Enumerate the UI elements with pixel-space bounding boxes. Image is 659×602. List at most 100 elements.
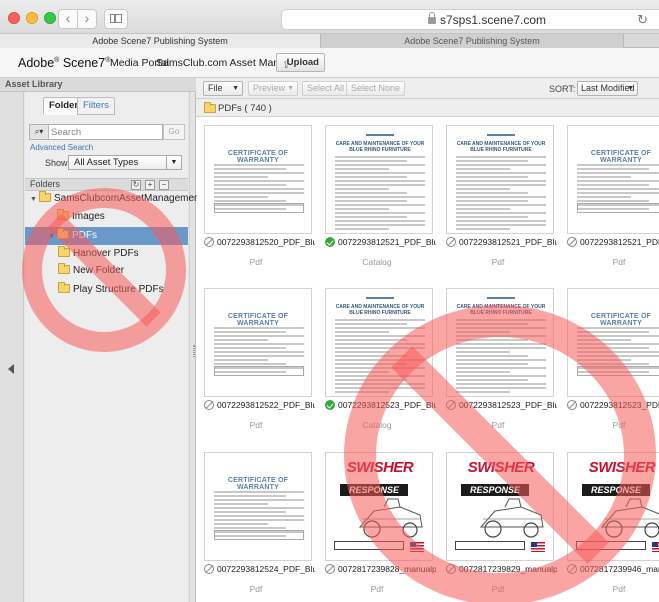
published-check-icon [325, 237, 335, 247]
refresh-icon[interactable]: ↻ [131, 180, 141, 190]
thumb-title: CARE AND MAINTENANCE OF YOUR BLUE RHINO … [335, 141, 425, 153]
not-published-icon [204, 564, 214, 574]
us-flag-icon [652, 542, 659, 552]
forward-button[interactable]: › [77, 9, 97, 29]
thumb-title: CERTIFICATE OF WARRANTY [590, 150, 652, 164]
search-icon: ⌕▾ [34, 127, 44, 136]
upload-icon: ⇪ [282, 60, 291, 71]
asset-type: Catalog [362, 257, 392, 267]
asset-tile[interactable]: CERTIFICATE OF WARRANTY 0072293812520_PDF… [197, 117, 315, 279]
asset-tile[interactable]: CARE AND MAINTENANCE OF YOUR BLUE RHINO … [439, 117, 557, 279]
folder-path: PDFs ( 740 ) [218, 103, 272, 114]
advanced-search-link[interactable]: Advanced Search [30, 143, 93, 152]
browser-tab[interactable]: Adobe Scene7 Publishing System [320, 34, 624, 48]
brand-mark-icon [487, 297, 515, 302]
go-button[interactable]: Go [163, 124, 185, 140]
show-label: Show [45, 158, 68, 168]
asset-thumbnail[interactable]: CERTIFICATE OF WARRANTY [204, 125, 312, 234]
chevron-down-icon: ▼ [287, 85, 294, 92]
upload-button[interactable]: ⇪ Upload [276, 53, 325, 72]
not-published-icon [204, 400, 214, 410]
search-input[interactable]: ⌕▾ Search [29, 124, 163, 140]
app-header: Adobe® Scene7® Media Portal SamsClub.com… [0, 48, 659, 78]
asset-type: Pdf [612, 257, 626, 267]
preview-button[interactable]: Preview ▼ [248, 81, 298, 96]
search-placeholder: Search [51, 127, 82, 138]
signature-box [577, 203, 659, 213]
asset-tile[interactable]: CERTIFICATE OF WARRANTY 0072293812521_PDF… [560, 117, 659, 279]
disclosure-open-icon[interactable]: ▼ [30, 191, 39, 209]
asset-type: Pdf [370, 584, 384, 594]
prohibition-icon [344, 305, 656, 602]
tab-filters[interactable]: Filters [77, 97, 115, 115]
asset-thumbnail[interactable]: CARE AND MAINTENANCE OF YOUR BLUE RHINO … [325, 125, 433, 234]
asset-type: Pdf [249, 420, 263, 430]
chevron-down-icon: ▼ [166, 156, 181, 169]
asset-name: 0072293812520_PDF_Blue [217, 237, 315, 247]
asset-name: 0072293812521_PDF_E [580, 237, 659, 247]
not-published-icon [567, 237, 577, 247]
company-breadcrumb[interactable]: SamsClub.com Asset Man... [156, 57, 288, 69]
asset-thumbnail[interactable]: CARE AND MAINTENANCE OF YOUR BLUE RHINO … [446, 125, 554, 234]
browser-tab-active[interactable]: Adobe Scene7 Publishing System [0, 34, 320, 48]
splitter-grip-icon[interactable] [193, 345, 195, 357]
asset-tile[interactable]: CERTIFICATE OF WARRANTY 0072293812524_PDF… [197, 444, 315, 602]
chevron-down-icon: ▼ [627, 85, 634, 92]
folders-label: Folders [30, 179, 61, 189]
collapse-arrow-icon[interactable] [8, 364, 14, 374]
thumb-title: CARE AND MAINTENANCE OF YOUR BLUE RHINO … [335, 304, 425, 316]
asset-tile[interactable]: CERTIFICATE OF WARRANTY 0072293812522_PDF… [197, 280, 315, 442]
signature-box [214, 530, 304, 540]
folder-icon [204, 102, 216, 113]
chevron-right-icon: › [84, 10, 90, 26]
brand-logo: Adobe® Scene7® [18, 56, 111, 70]
minimize-window-button[interactable] [26, 12, 38, 24]
sort-label: SORT: [549, 84, 576, 94]
panel-collapse-strip[interactable] [0, 92, 24, 602]
address-bar[interactable]: s7sps1.scene7.com ↻ [281, 9, 659, 30]
asset-tile[interactable]: CARE AND MAINTENANCE OF YOUR BLUE RHINO … [318, 117, 436, 279]
asset-name: 0072293812524_PDF_Blue [217, 564, 315, 574]
asset-type: Pdf [491, 257, 505, 267]
main-toolbar: File ▼ Preview ▼ Select All Select None SO… [196, 78, 659, 99]
thumb-title: CERTIFICATE OF WARRANTY [227, 150, 289, 164]
not-published-icon [204, 237, 214, 247]
sort-select[interactable]: Last Modified ▼ [577, 81, 638, 96]
back-button[interactable]: ‹ [58, 9, 78, 29]
chevron-down-icon: ▼ [232, 85, 239, 92]
asset-type: Pdf [249, 584, 263, 594]
thumb-title: CERTIFICATE OF WARRANTY [227, 313, 289, 327]
sidebar-icon [110, 14, 122, 23]
sidebar-toggle-button[interactable] [104, 9, 128, 29]
lock-icon [428, 12, 436, 24]
search-options-dropdown[interactable]: ⌕▾ [30, 125, 49, 139]
asset-type-select[interactable]: All Asset Types ▼ [68, 155, 182, 170]
thumb-title: CARE AND MAINTENANCE OF YOUR BLUE RHINO … [456, 141, 546, 153]
asset-thumbnail[interactable]: CERTIFICATE OF WARRANTY [567, 125, 659, 234]
file-menu-button[interactable]: File ▼ [203, 81, 243, 96]
close-window-button[interactable] [8, 12, 20, 24]
prohibition-icon [22, 188, 186, 352]
thumb-title: CERTIFICATE OF WARRANTY [227, 477, 289, 491]
asset-thumbnail[interactable]: CERTIFICATE OF WARRANTY [204, 288, 312, 397]
add-folder-icon[interactable]: + [145, 180, 155, 190]
brand-mark-icon [366, 297, 394, 302]
asset-name: 0072293812521_PDF_Blue [338, 237, 436, 247]
asset-thumbnail[interactable]: CERTIFICATE OF WARRANTY [204, 452, 312, 561]
select-none-button[interactable]: Select None [346, 81, 406, 96]
asset-type: Pdf [249, 257, 263, 267]
brand-mark-icon [366, 134, 394, 139]
folder-path-bar: PDFs ( 740 ) [196, 99, 659, 117]
signature-box [214, 366, 304, 376]
reload-icon[interactable]: ↻ [637, 12, 648, 28]
asset-library-title: Asset Library [0, 78, 196, 92]
select-all-button[interactable]: Select All [302, 81, 350, 96]
not-published-icon [446, 237, 456, 247]
remove-folder-icon[interactable]: − [159, 180, 169, 190]
chevron-left-icon: ‹ [65, 10, 71, 26]
asset-name: 0072293812522_PDF_Blue [217, 400, 315, 410]
zoom-window-button[interactable] [44, 12, 56, 24]
browser-tab-bar: Adobe Scene7 Publishing System Adobe Sce… [0, 34, 659, 48]
not-published-icon [325, 564, 335, 574]
thumb-title: CERTIFICATE OF WARRANTY [590, 313, 652, 327]
